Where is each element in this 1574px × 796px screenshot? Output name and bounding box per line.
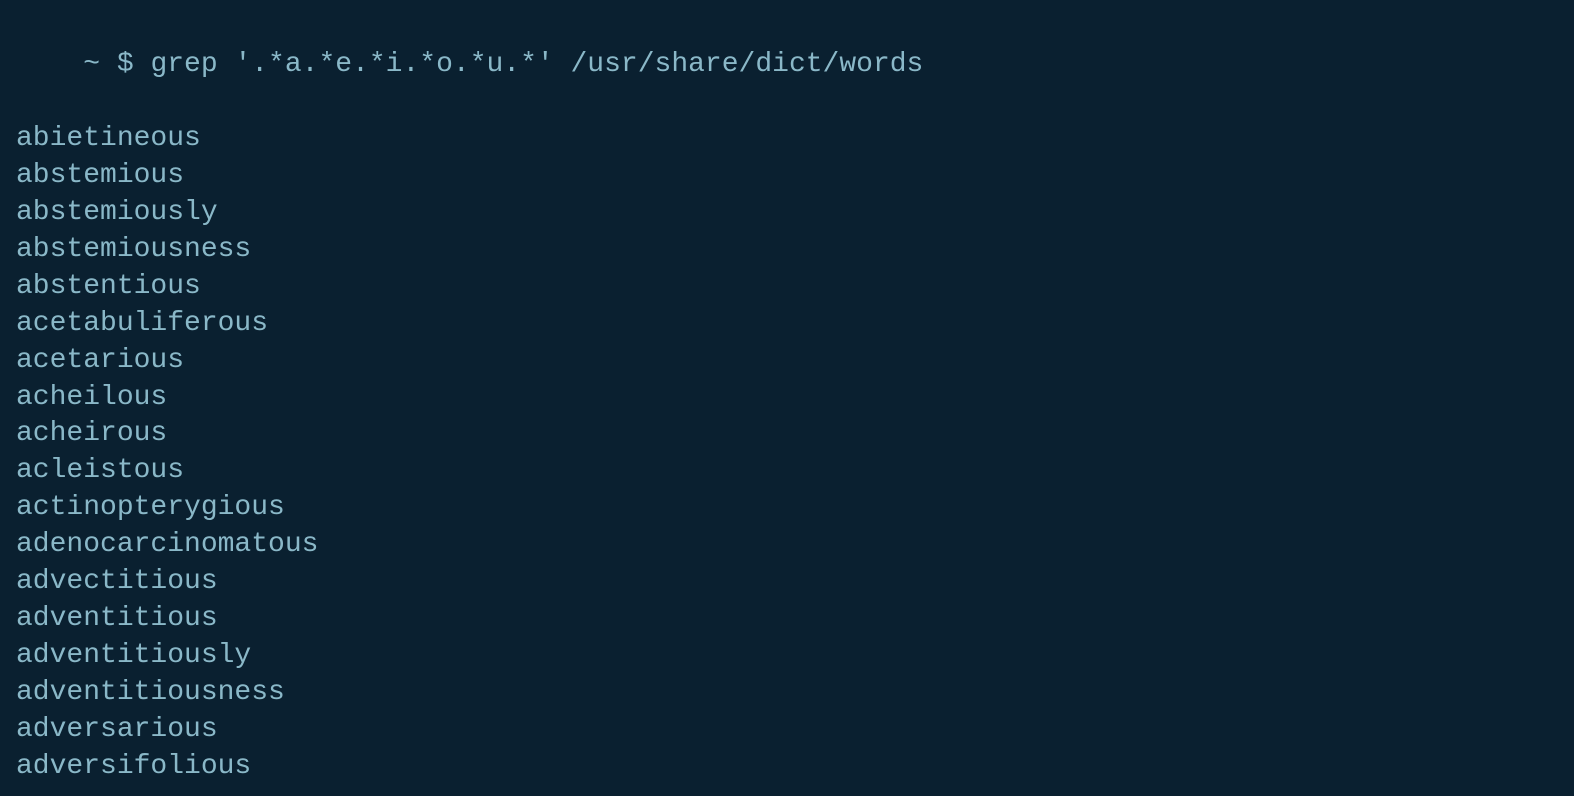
word-item: adenocarcinomatous xyxy=(16,527,1558,564)
prompt-text: ~ $ xyxy=(83,49,150,80)
word-item: acheilous xyxy=(16,380,1558,417)
word-item: adventitiously xyxy=(16,638,1558,675)
command-line: ~ $ grep '.*a.*e.*i.*o.*u.*' /usr/share/… xyxy=(16,10,1558,121)
word-item: adventitious xyxy=(16,601,1558,638)
terminal-container: ~ $ grep '.*a.*e.*i.*o.*u.*' /usr/share/… xyxy=(16,10,1558,786)
word-item: actinopterygious xyxy=(16,490,1558,527)
word-item: abstemiously xyxy=(16,195,1558,232)
word-item: advectitious xyxy=(16,564,1558,601)
word-item: adventitiousness xyxy=(16,675,1558,712)
word-item: acetarious xyxy=(16,343,1558,380)
word-item: abstentious xyxy=(16,269,1558,306)
word-item: acleistous xyxy=(16,453,1558,490)
word-item: abstemious xyxy=(16,158,1558,195)
word-list: abietineousabstemiousabstemiouslyabstemi… xyxy=(16,121,1558,786)
word-item: acetabuliferous xyxy=(16,306,1558,343)
word-item: abietineous xyxy=(16,121,1558,158)
command-text: grep '.*a.*e.*i.*o.*u.*' /usr/share/dict… xyxy=(150,49,923,80)
word-item: adversifolious xyxy=(16,749,1558,786)
word-item: acheirous xyxy=(16,416,1558,453)
word-item: abstemiousness xyxy=(16,232,1558,269)
